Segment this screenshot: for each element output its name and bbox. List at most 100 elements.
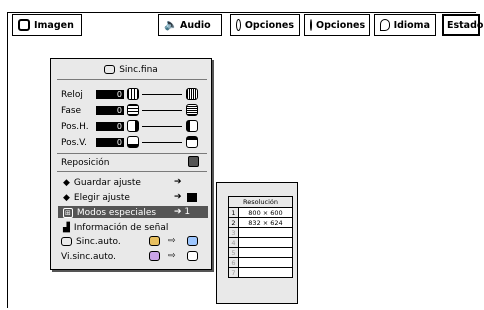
- row-number: 7: [228, 267, 239, 278]
- clock-icon: [127, 88, 139, 100]
- tab-estado[interactable]: Estado: [442, 14, 484, 36]
- slider-value: 0: [96, 106, 124, 115]
- slider-row-posh[interactable]: Pos.H.: [61, 121, 89, 132]
- table-header: Resolución: [228, 196, 293, 208]
- menu-title: Sinc.fina: [51, 65, 211, 75]
- slider-row-posv[interactable]: Pos.V.: [61, 137, 87, 148]
- position-h-max-icon: [186, 120, 198, 132]
- slider-value: 0: [96, 122, 124, 131]
- clock-max-icon: [186, 88, 198, 100]
- arrow-icon: ⇨: [168, 251, 176, 261]
- tab-label: Estado: [447, 19, 484, 31]
- row-number: 3: [228, 227, 239, 238]
- sync-on-icon[interactable]: [187, 236, 198, 246]
- signal-info-icon: ▟: [63, 222, 70, 233]
- sinc-fina-menu: Sinc.fina Reloj 0 Fase 0 Pos.H. 0 Pos.V.…: [50, 58, 212, 270]
- speech-bubble-icon: [380, 19, 390, 31]
- slider-track[interactable]: [142, 110, 182, 111]
- menu-item-label: Elegir ajuste: [73, 192, 130, 203]
- menu-title-text: Sinc.fina: [119, 65, 158, 75]
- resolution-value: 832 × 624: [238, 217, 293, 228]
- fine-sync-icon: [104, 65, 116, 74]
- diamond-arrow-icon: ◆: [63, 192, 70, 203]
- table-row[interactable]: 7: [228, 267, 293, 278]
- menu-item-modos-especiales[interactable]: ⊞ Modos especiales: [63, 207, 156, 218]
- table-row[interactable]: 2 832 × 624: [228, 217, 293, 228]
- sync-auto-icon: [61, 237, 72, 246]
- menu-item-label: Información de señal: [73, 222, 169, 233]
- row-number: 5: [228, 247, 239, 258]
- tab-label: Idioma: [393, 19, 430, 31]
- options-icon: [236, 19, 241, 31]
- slider-track[interactable]: [142, 142, 182, 143]
- monitor-icon: [18, 19, 30, 31]
- reposicion-row[interactable]: Reposición: [61, 157, 109, 168]
- arrow-icon: ⇨: [168, 236, 176, 246]
- table-header-row: Resolución: [228, 196, 293, 208]
- table-row[interactable]: 5: [228, 247, 293, 258]
- menu-item-sinc-auto[interactable]: Sinc.auto.: [61, 236, 121, 247]
- menu-item-label: Sinc.auto.: [76, 236, 121, 247]
- menu-item-suffix: ➔: [174, 177, 182, 187]
- menu-item-guardar[interactable]: ◆ Guardar ajuste: [63, 177, 141, 188]
- menu-item-informacion[interactable]: ▟ Información de señal: [63, 222, 168, 233]
- vi-sync-on-icon[interactable]: [187, 251, 198, 261]
- slider-label: Pos.V.: [61, 137, 88, 148]
- tab-opciones-2[interactable]: Opciones: [304, 14, 370, 36]
- vi-sync-off-icon[interactable]: [149, 251, 160, 261]
- divider: [57, 79, 207, 80]
- table-row[interactable]: 4: [228, 237, 293, 248]
- menu-item-vi-sinc-auto[interactable]: Vi.sinc.auto.: [61, 251, 116, 262]
- options-icon: [310, 19, 312, 31]
- slider-row-fase[interactable]: Fase: [61, 105, 81, 116]
- diamond-arrow-icon: ◆: [63, 177, 70, 188]
- tab-audio[interactable]: 🔈 Audio: [158, 14, 222, 36]
- slider-value: 0: [96, 138, 124, 147]
- sync-off-icon[interactable]: [149, 236, 160, 246]
- menu-item-suffix: ➔ 1: [174, 207, 191, 217]
- resolution-value: 800 × 600: [238, 207, 293, 218]
- resolution-table: Resolución 1 800 × 600 2 832 × 624 3 4 5 6…: [228, 196, 293, 278]
- position-v-max-icon: [186, 136, 198, 148]
- menu-item-elegir[interactable]: ◆ Elegir ajuste: [63, 192, 130, 203]
- slider-label: Pos.H.: [61, 121, 89, 132]
- menu-item-label: Vi.sinc.auto.: [61, 251, 116, 262]
- divider: [57, 153, 207, 154]
- row-number: 1: [228, 207, 239, 218]
- setting-black-box: [187, 193, 197, 202]
- phase-max-icon: [186, 104, 198, 116]
- resolution-value: [238, 237, 293, 248]
- resolution-value: [238, 227, 293, 238]
- tab-imagen[interactable]: Imagen: [12, 14, 82, 36]
- menu-item-label: Guardar ajuste: [73, 177, 141, 188]
- reposicion-label: Reposición: [61, 157, 110, 168]
- row-number: 4: [228, 237, 239, 248]
- menu-item-suffix: ➔: [174, 192, 182, 202]
- table-row[interactable]: 6: [228, 257, 293, 268]
- speaker-icon: 🔈: [164, 18, 178, 31]
- slider-value: 0: [96, 90, 124, 99]
- row-number: 2: [228, 217, 239, 228]
- slider-row-reloj[interactable]: Reloj: [61, 89, 83, 100]
- resolution-submenu: Resolución 1 800 × 600 2 832 × 624 3 4 5 6…: [216, 182, 298, 304]
- resolution-value: [238, 247, 293, 258]
- tab-label: Audio: [180, 19, 211, 31]
- table-row[interactable]: 1 800 × 600: [228, 207, 293, 218]
- tab-opciones-1[interactable]: Opciones: [230, 14, 300, 36]
- divider: [57, 171, 207, 172]
- row-number: 6: [228, 257, 239, 268]
- resolution-value: [238, 257, 293, 268]
- slider-track[interactable]: [142, 126, 182, 127]
- tab-label: Imagen: [34, 19, 74, 31]
- slider-label: Fase: [61, 105, 82, 116]
- special-modes-icon: ⊞: [63, 207, 73, 218]
- phase-icon: [127, 104, 139, 116]
- tab-idioma[interactable]: Idioma: [374, 14, 436, 36]
- tab-label: Opciones: [244, 19, 294, 31]
- resolution-value: [238, 267, 293, 278]
- table-row[interactable]: 3: [228, 227, 293, 238]
- slider-track[interactable]: [142, 94, 182, 95]
- tab-label: Opciones: [316, 19, 366, 31]
- reset-icon[interactable]: [188, 156, 199, 167]
- slider-label: Reloj: [61, 89, 83, 100]
